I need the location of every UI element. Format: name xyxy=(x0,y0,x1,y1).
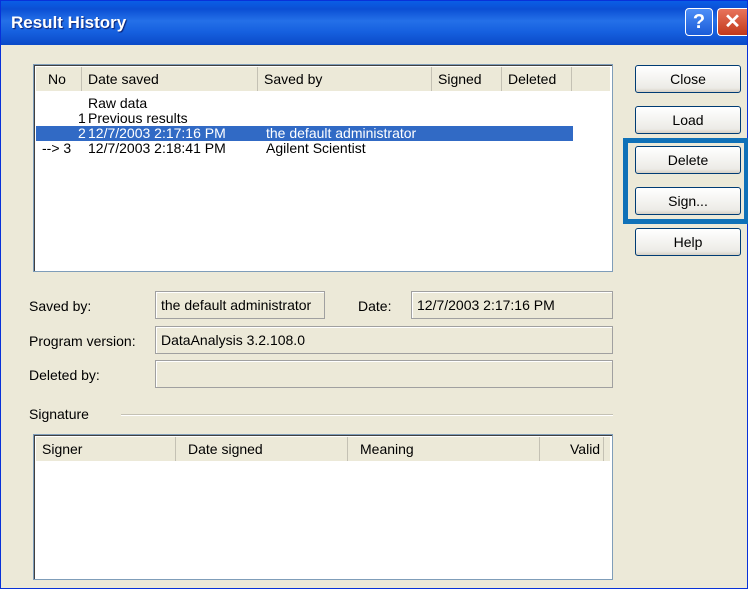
program-version-label: Program version: xyxy=(29,333,136,349)
help-button[interactable]: Help xyxy=(635,228,741,256)
column-header-date-saved[interactable]: Date saved xyxy=(82,67,258,91)
row-saved-by: Agilent Scientist xyxy=(266,140,366,156)
signature-divider xyxy=(121,414,613,416)
column-header-valid[interactable]: Valid xyxy=(540,437,604,461)
row-date: 12/7/2003 2:17:16 PM xyxy=(88,125,226,141)
close-icon[interactable]: ✕ xyxy=(717,8,747,36)
date-label: Date: xyxy=(358,298,392,314)
history-list[interactable]: No Date saved Saved by Signed Deleted Ra… xyxy=(33,64,613,272)
sign-button[interactable]: Sign... xyxy=(635,187,741,215)
close-button[interactable]: Close xyxy=(635,65,741,93)
row-no: 1 xyxy=(78,110,86,126)
row-no: 2 xyxy=(78,125,86,141)
saved-by-label: Saved by: xyxy=(29,298,92,314)
column-header-signed[interactable]: Signed xyxy=(432,67,502,91)
deleted-by-label: Deleted by: xyxy=(29,367,100,383)
program-version-field: DataAnalysis 3.2.108.0 xyxy=(155,326,613,354)
column-header-signer[interactable]: Signer xyxy=(36,437,176,461)
column-header-deleted[interactable]: Deleted xyxy=(502,67,572,91)
signature-group-label: Signature xyxy=(29,406,89,422)
signature-list[interactable]: Signer Date signed Meaning Valid xyxy=(33,434,613,580)
column-header-saved-by[interactable]: Saved by xyxy=(258,67,432,91)
row-date: Previous results xyxy=(88,110,188,126)
date-field: 12/7/2003 2:17:16 PM xyxy=(411,291,613,319)
deleted-by-field xyxy=(155,360,613,388)
row-date: 12/7/2003 2:18:41 PM xyxy=(88,140,226,156)
row-date: Raw data xyxy=(88,95,148,111)
window-title: Result History xyxy=(11,13,127,32)
saved-by-field: the default administrator xyxy=(155,291,325,319)
title-bar[interactable]: Result History ? ✕ xyxy=(1,1,747,45)
signature-list-header: Signer Date signed Meaning Valid xyxy=(36,437,610,461)
load-button[interactable]: Load xyxy=(635,106,741,134)
history-list-header: No Date saved Saved by Signed Deleted xyxy=(36,67,610,91)
column-header-no[interactable]: No xyxy=(36,67,82,91)
help-icon[interactable]: ? xyxy=(685,8,713,36)
delete-button[interactable]: Delete xyxy=(635,146,741,174)
row-saved-by: the default administrator xyxy=(266,125,417,141)
column-header-date-signed[interactable]: Date signed xyxy=(176,437,348,461)
column-header-meaning[interactable]: Meaning xyxy=(348,437,540,461)
result-history-dialog: Result History ? ✕ No Date saved Saved b… xyxy=(0,0,748,589)
row-no: --> 3 xyxy=(42,140,72,156)
